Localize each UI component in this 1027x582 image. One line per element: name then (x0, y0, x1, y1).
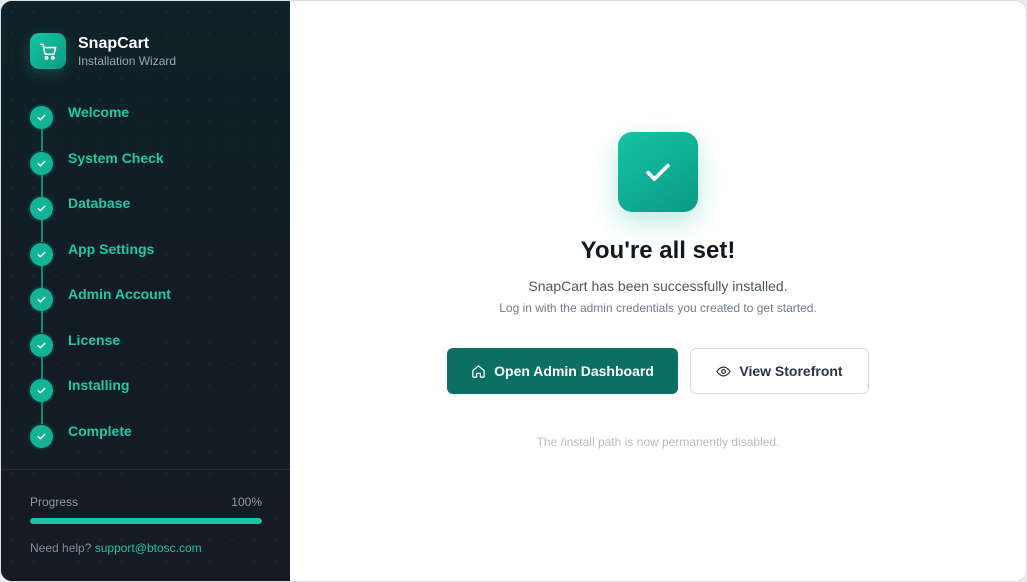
wizard-step: License (30, 331, 171, 379)
home-icon (471, 364, 486, 379)
step-label: Admin Account (68, 286, 171, 302)
progress-bar (30, 518, 262, 524)
wizard-step: System Check (30, 149, 171, 197)
installer-window: SnapCart Installation Wizard Welcome Syst… (0, 0, 1027, 582)
step-label: App Settings (68, 240, 155, 257)
step-connector (41, 174, 43, 197)
app-name: SnapCart (78, 34, 150, 52)
open-admin-dashboard-button[interactable]: Open Admin Dashboard (447, 348, 678, 394)
support-email-link[interactable]: support@btosc.com (95, 541, 202, 555)
view-storefront-label: View Storefront (739, 363, 843, 379)
step-label: License (68, 331, 121, 348)
step-check-icon (30, 242, 53, 266)
progress-bar-fill (30, 518, 262, 524)
step-label: Complete (68, 422, 132, 439)
help-text: Need help? support@btosc.com (30, 541, 202, 555)
install-disabled-note: The /install path is now permanently dis… (536, 435, 780, 449)
open-admin-dashboard-label: Open Admin Dashboard (494, 363, 654, 379)
progress-value: 100% (231, 495, 262, 509)
sidebar-divider (1, 469, 290, 470)
progress-header: Progress 100% (30, 495, 262, 509)
step-check-icon (30, 424, 53, 448)
step-label: System Check (68, 149, 164, 166)
wizard-step: Database (30, 195, 171, 242)
shopping-cart-icon (30, 33, 66, 69)
brand: SnapCart Installation Wizard (30, 33, 176, 69)
step-connector (41, 265, 43, 288)
sidebar: SnapCart Installation Wizard Welcome Syst… (1, 1, 290, 581)
step-check-icon (30, 288, 53, 311)
step-check-icon (30, 106, 53, 129)
app-subtitle: Installation Wizard (78, 53, 177, 68)
step-label: Installing (68, 377, 130, 393)
wizard-step: Welcome (30, 104, 171, 151)
step-check-icon (30, 151, 53, 175)
step-connector (41, 356, 43, 379)
view-storefront-button[interactable]: View Storefront (690, 348, 869, 394)
checkmark-icon (618, 132, 698, 212)
eye-icon (716, 364, 732, 379)
step-label: Welcome (68, 104, 130, 120)
wizard-step: Admin Account (30, 286, 171, 333)
wizard-step: App Settings (30, 240, 171, 288)
step-connector (41, 402, 43, 424)
success-message: SnapCart has been successfully installed… (528, 278, 788, 294)
wizard-step: Complete (30, 423, 171, 469)
step-connector (41, 220, 43, 242)
progress-label: Progress (30, 495, 79, 509)
login-hint: Log in with the admin credentials you cr… (499, 301, 817, 315)
main-panel: You're all set! SnapCart has been succes… (290, 1, 1026, 581)
step-label: Database (68, 195, 131, 211)
step-connector (41, 129, 43, 151)
wizard-step: Installing (30, 377, 171, 424)
wizard-steps: Welcome System Check Database App Settings A… (30, 104, 171, 468)
step-connector (41, 311, 43, 333)
page-title: You're all set! (580, 237, 736, 264)
step-check-icon (30, 379, 53, 402)
help-prefix: Need help? (30, 541, 92, 555)
step-check-icon (30, 333, 53, 357)
step-check-icon (30, 197, 53, 220)
